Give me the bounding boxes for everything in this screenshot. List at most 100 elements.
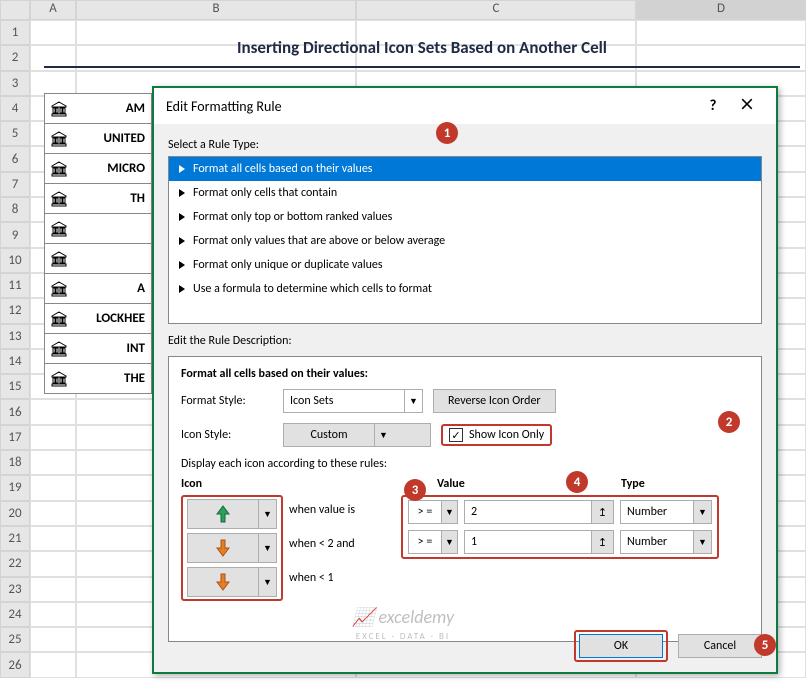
arrow-up-icon: [188, 504, 258, 524]
row-header[interactable]: 22: [0, 551, 30, 576]
table-row[interactable]: [44, 213, 152, 244]
dialog-titlebar[interactable]: Edit Formatting Rule ?: [154, 88, 776, 124]
row-header[interactable]: 1: [0, 20, 30, 45]
table-row[interactable]: [44, 243, 152, 274]
triangle-bullet-icon: [179, 189, 185, 197]
ok-button[interactable]: OK: [579, 634, 663, 658]
icon-picker-2[interactable]: ▼: [187, 533, 277, 563]
rule-type-item[interactable]: Use a formula to determine which cells t…: [169, 277, 761, 301]
value-type-highlight: > = ▼ 2 ↥ Number ▼: [401, 495, 719, 559]
chevron-down-icon[interactable]: ▼: [693, 501, 711, 523]
table-row[interactable]: AM: [44, 93, 152, 124]
row-header[interactable]: 19: [0, 475, 30, 500]
row-header[interactable]: 20: [0, 501, 30, 526]
chevron-down-icon[interactable]: ▼: [441, 531, 457, 553]
reverse-icon-order-button[interactable]: Reverse Icon Order: [433, 389, 556, 413]
rule-type-item[interactable]: Format only values that are above or bel…: [169, 229, 761, 253]
row-header[interactable]: 4: [0, 96, 30, 121]
bank-icon: [51, 251, 67, 267]
icon-style-value: Custom: [284, 428, 374, 442]
rule-type-list[interactable]: Format all cells based on their valuesFo…: [168, 156, 762, 324]
callout-badge-2: 2: [718, 411, 740, 433]
row-header[interactable]: 26: [0, 652, 30, 677]
arrow-down-icon: [188, 538, 258, 558]
chevron-down-icon[interactable]: ▼: [258, 568, 276, 596]
col-header-b[interactable]: B: [76, 0, 356, 20]
row-header[interactable]: 17: [0, 425, 30, 450]
triangle-bullet-icon: [179, 285, 185, 293]
row-header[interactable]: 6: [0, 146, 30, 171]
operator-value-2: > =: [409, 531, 441, 553]
row-header[interactable]: 15: [0, 374, 30, 399]
row-header[interactable]: 13: [0, 324, 30, 349]
table-row[interactable]: MICRO: [44, 153, 152, 184]
header-value: Value: [437, 477, 621, 491]
row-header[interactable]: 12: [0, 298, 30, 323]
value-input-1[interactable]: 2 ↥: [464, 500, 614, 524]
chevron-down-icon[interactable]: ▼: [374, 424, 392, 446]
rule-type-item[interactable]: Format only top or bottom ranked values: [169, 205, 761, 229]
row-header[interactable]: 3: [0, 71, 30, 96]
range-picker-icon[interactable]: ↥: [591, 531, 613, 553]
help-icon[interactable]: ?: [696, 97, 730, 115]
icon-picker-1[interactable]: ▼: [187, 499, 277, 529]
type-combo-1[interactable]: Number ▼: [620, 500, 712, 524]
icon-style-combo[interactable]: Custom ▼: [283, 423, 431, 447]
chevron-down-icon[interactable]: ▼: [441, 501, 457, 523]
row-header[interactable]: 16: [0, 399, 30, 424]
table-row[interactable]: THE: [44, 363, 152, 394]
format-style-value: Icon Sets: [284, 394, 404, 408]
row-header[interactable]: 2: [0, 45, 30, 70]
row-header[interactable]: 7: [0, 172, 30, 197]
value-input-2[interactable]: 1 ↥: [464, 530, 614, 554]
rule-type-item[interactable]: Format only cells that contain: [169, 181, 761, 205]
rule-type-item[interactable]: Format only unique or duplicate values: [169, 253, 761, 277]
chevron-down-icon[interactable]: ▼: [693, 531, 711, 553]
cancel-button[interactable]: Cancel: [678, 634, 762, 658]
row-header[interactable]: 23: [0, 577, 30, 602]
chevron-down-icon[interactable]: ▼: [258, 534, 276, 562]
condition-text-1: when value is: [289, 495, 401, 525]
format-style-combo[interactable]: Icon Sets ▼: [283, 389, 423, 413]
col-header-c[interactable]: C: [356, 0, 636, 20]
show-icon-only-checkbox[interactable]: ✓: [449, 428, 463, 442]
callout-badge-4: 4: [566, 471, 588, 493]
row-header[interactable]: 8: [0, 197, 30, 222]
chevron-down-icon[interactable]: ▼: [404, 390, 422, 412]
chevron-down-icon[interactable]: ▼: [258, 500, 276, 528]
row-header[interactable]: 24: [0, 602, 30, 627]
table-row[interactable]: LOCKHEE: [44, 303, 152, 334]
value-row-1: > = ▼ 2 ↥ Number ▼: [408, 500, 712, 524]
row-header[interactable]: 25: [0, 627, 30, 652]
triangle-bullet-icon: [179, 165, 185, 173]
row-header[interactable]: 10: [0, 248, 30, 273]
range-picker-icon[interactable]: ↥: [591, 501, 613, 523]
table-row[interactable]: UNITED: [44, 123, 152, 154]
close-icon[interactable]: [730, 97, 764, 115]
row-header[interactable]: 11: [0, 273, 30, 298]
table-row[interactable]: TH: [44, 183, 152, 214]
col-header-a[interactable]: A: [30, 0, 76, 20]
icon-style-label: Icon Style:: [181, 428, 273, 442]
type-combo-2[interactable]: Number ▼: [620, 530, 712, 554]
rule-type-item[interactable]: Format all cells based on their values: [169, 157, 761, 181]
row-header[interactable]: 21: [0, 526, 30, 551]
row-header[interactable]: 18: [0, 450, 30, 475]
operator-combo-1[interactable]: > = ▼: [408, 500, 458, 524]
triangle-bullet-icon: [179, 261, 185, 269]
show-icon-only-label: Show Icon Only: [469, 428, 544, 442]
row-header[interactable]: 9: [0, 222, 30, 247]
table-row[interactable]: INT: [44, 333, 152, 364]
col-header-d[interactable]: D: [636, 0, 806, 20]
operator-combo-2[interactable]: > = ▼: [408, 530, 458, 554]
row-header[interactable]: 14: [0, 349, 30, 374]
bank-icon: [51, 101, 67, 117]
edit-formatting-rule-dialog: Edit Formatting Rule ? Select a Rule Typ…: [152, 86, 778, 674]
icon-picker-3[interactable]: ▼: [187, 567, 277, 597]
callout-badge-3: 3: [404, 479, 426, 501]
bank-icon: [51, 281, 67, 297]
ok-button-highlight: OK: [574, 630, 668, 662]
row-header[interactable]: 5: [0, 121, 30, 146]
triangle-bullet-icon: [179, 213, 185, 221]
table-row[interactable]: A: [44, 273, 152, 304]
